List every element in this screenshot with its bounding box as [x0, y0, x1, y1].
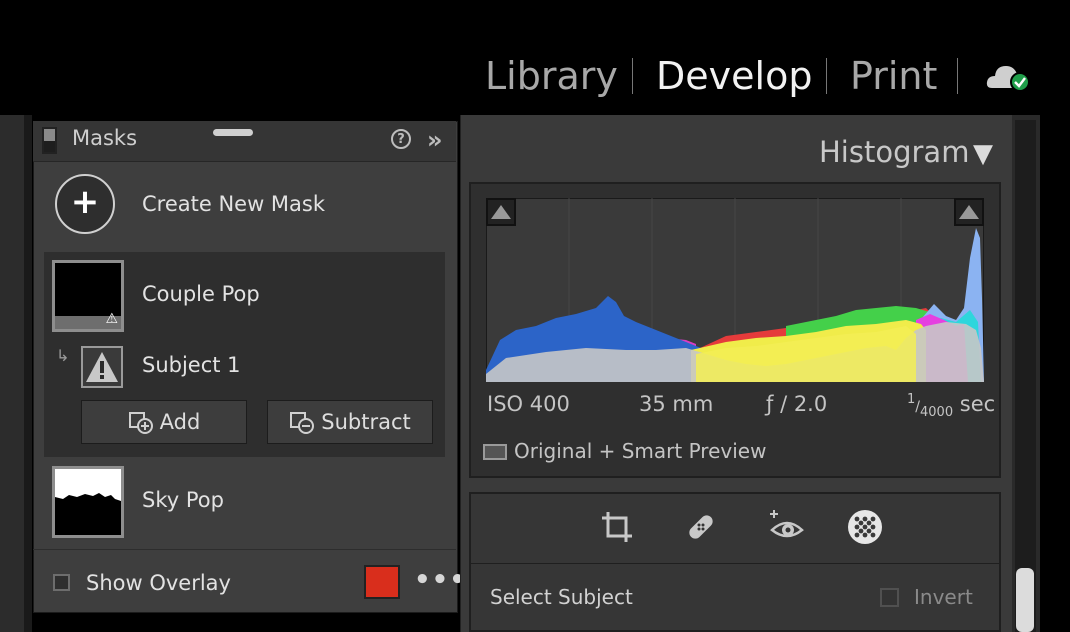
left-edge-gap	[24, 115, 32, 632]
module-separator	[632, 58, 633, 94]
overlay-color-swatch[interactable]	[364, 565, 400, 599]
masks-toggle-icon[interactable]	[42, 127, 57, 154]
mask-thumbnail[interactable]: ⚠	[52, 260, 124, 332]
smart-preview-icon	[483, 444, 507, 460]
scrollbar-track[interactable]	[1015, 120, 1036, 632]
histogram-graph[interactable]	[486, 198, 984, 382]
left-edge-panel	[0, 115, 24, 632]
histogram-title[interactable]: Histogram	[819, 135, 969, 169]
collapse-icon[interactable]: »	[427, 126, 443, 154]
module-separator	[957, 58, 958, 94]
drag-handle-icon[interactable]	[213, 129, 253, 136]
add-label: Add	[159, 410, 201, 434]
subitem-arrow-icon: ↳	[56, 346, 70, 365]
subtract-label: Subtract	[321, 410, 411, 434]
component-name[interactable]: Subject 1	[142, 353, 241, 377]
aperture-readout: ƒ / 2.0	[766, 392, 828, 416]
module-picker: Library Develop Print	[0, 0, 1070, 115]
show-overlay-checkbox[interactable]	[53, 574, 70, 591]
scrollbar-thumb[interactable]	[1016, 568, 1034, 632]
highlight-clipping-icon[interactable]	[954, 198, 984, 226]
masking-icon[interactable]	[846, 508, 884, 546]
masks-title: Masks	[72, 126, 138, 150]
iso-readout: ISO 400	[487, 392, 570, 416]
show-overlay-label[interactable]: Show Overlay	[86, 571, 231, 595]
healing-icon[interactable]	[682, 508, 720, 546]
mask-name[interactable]: Sky Pop	[142, 488, 224, 512]
redeye-icon[interactable]	[768, 508, 806, 546]
divider	[471, 563, 999, 564]
add-mask-icon	[128, 412, 153, 434]
invert-label[interactable]: Invert	[914, 585, 973, 609]
add-button[interactable]: Add	[81, 400, 247, 444]
more-options-icon[interactable]: •••	[414, 567, 467, 593]
subtract-mask-icon	[290, 412, 315, 434]
create-new-mask-label[interactable]: Create New Mask	[142, 192, 325, 216]
shadow-clipping-icon[interactable]	[486, 198, 516, 226]
module-develop[interactable]: Develop	[656, 52, 812, 100]
module-separator	[826, 58, 827, 94]
shutter-readout: 1/4000 sec	[907, 392, 996, 421]
divider	[33, 549, 456, 550]
cloud-sync-icon[interactable]	[986, 58, 1034, 96]
subtract-button[interactable]: Subtract	[267, 400, 433, 444]
warning-icon: ⚠	[105, 311, 118, 327]
mask-name[interactable]: Couple Pop	[142, 282, 260, 306]
collapse-triangle-icon[interactable]: ▼	[973, 139, 993, 169]
invert-checkbox[interactable]	[880, 588, 899, 607]
tool-strip	[469, 492, 1001, 632]
module-print[interactable]: Print	[850, 52, 937, 100]
crop-icon[interactable]	[598, 508, 636, 546]
warning-icon[interactable]	[81, 346, 123, 388]
plus-icon[interactable]: +	[55, 174, 115, 234]
preview-status[interactable]: Original + Smart Preview	[514, 439, 766, 463]
focal-length-readout: 35 mm	[639, 392, 714, 416]
module-library[interactable]: Library	[485, 52, 618, 100]
mask-thumbnail[interactable]	[52, 466, 124, 538]
help-icon[interactable]: ?	[391, 129, 411, 149]
mask-tool-title: Select Subject	[490, 585, 633, 609]
